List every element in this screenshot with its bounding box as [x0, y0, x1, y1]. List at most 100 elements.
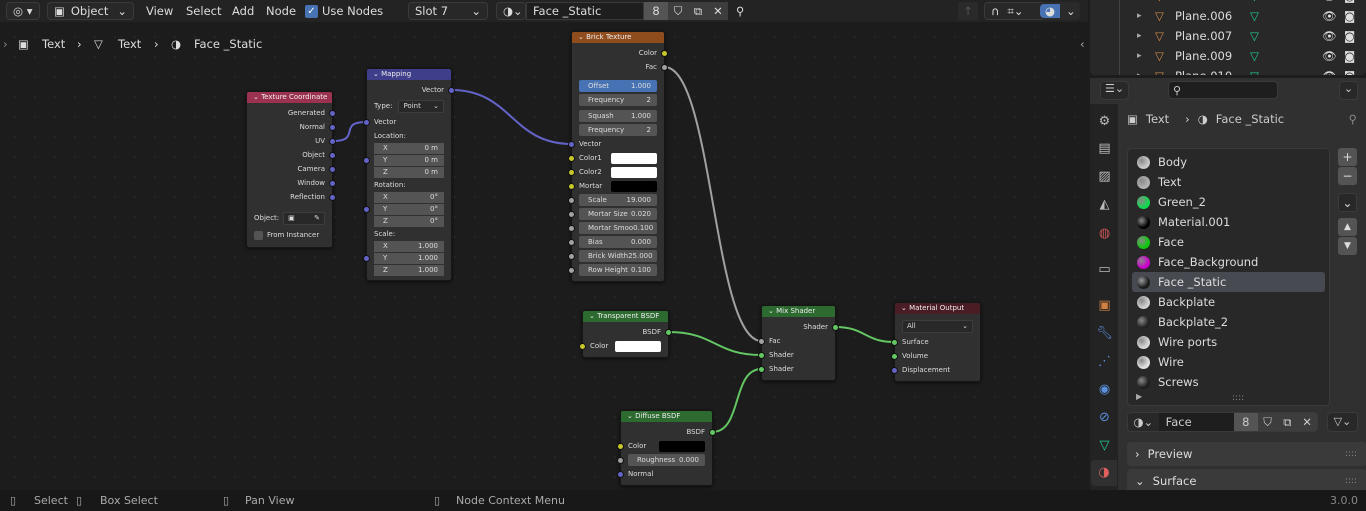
node-texcoord[interactable]: ⌄ Texture Coordinate Generated Normal UV Obj… — [246, 91, 336, 248]
tab-output[interactable]: ▨ — [1096, 168, 1113, 185]
tab-material[interactable]: ◑ — [1091, 460, 1117, 486]
disclosure-triangle-icon[interactable]: ▸ — [1137, 11, 1142, 21]
drag-handle-icon[interactable]: :::: — [1345, 449, 1357, 459]
material-slot-item[interactable]: Wire — [1132, 352, 1325, 372]
node-link[interactable] — [664, 66, 762, 342]
vector-socket[interactable] — [329, 179, 336, 187]
float-socket[interactable] — [568, 252, 575, 260]
vector-socket[interactable] — [363, 205, 370, 213]
remove-material-slot-button[interactable]: − — [1338, 167, 1357, 185]
outliner-row[interactable]: ▸ ▽ Plane.009 ▽ 👁︎ ◙ — [1090, 46, 1366, 66]
object-name[interactable]: Plane.009 — [1175, 49, 1232, 63]
vector-socket[interactable] — [617, 470, 624, 478]
material-slot-item[interactable]: Backplate_2 — [1132, 312, 1325, 332]
shader-socket[interactable] — [665, 328, 672, 336]
value-field[interactable]: Brick Width 25.000 — [579, 250, 657, 262]
resize-handle-icon[interactable]: :::: — [1232, 393, 1244, 403]
tab-world[interactable]: ◍ — [1096, 225, 1113, 242]
value-field[interactable]: Y 1.000 — [374, 252, 444, 264]
node-transparent[interactable]: ⌄ Transparent BSDF BSDF Color — [579, 310, 672, 358]
camera-icon[interactable]: ◙ — [1344, 29, 1355, 43]
disclosure-triangle-icon[interactable]: ▸ — [1137, 51, 1142, 61]
value-field[interactable]: X 0° — [374, 191, 444, 203]
vector-socket[interactable] — [329, 109, 336, 117]
menu-node[interactable]: Node — [266, 2, 296, 20]
camera-icon[interactable]: ◙ — [1344, 69, 1355, 75]
material-name-field[interactable]: Face _Static — [526, 2, 644, 20]
color-swatch[interactable] — [611, 152, 657, 164]
color-socket[interactable] — [568, 182, 575, 190]
vector-socket[interactable] — [329, 193, 336, 201]
chevron-down-icon[interactable]: ⌄ — [589, 312, 597, 320]
chevron-down-icon[interactable]: ⌄ — [768, 307, 776, 315]
node-header[interactable]: ⌄ Material Output — [895, 303, 980, 314]
eye-icon[interactable]: 👁︎ — [1322, 9, 1337, 23]
float-socket[interactable] — [758, 337, 765, 345]
pin-icon[interactable]: ⚲ — [1349, 112, 1357, 126]
value-field[interactable]: Z 1.000 — [374, 264, 444, 276]
value-field[interactable]: Mortar Size 0.020 — [579, 208, 657, 220]
unlink-material-button[interactable]: ✕ — [1297, 413, 1317, 431]
tab-tool[interactable]: ⚙ — [1096, 113, 1113, 130]
dropdown[interactable]: Point ⌄ — [398, 99, 444, 113]
menu-select[interactable]: Select — [186, 2, 221, 20]
camera-icon[interactable]: ◙ — [1344, 9, 1355, 23]
value-field[interactable]: Z 0° — [374, 215, 444, 227]
properties-search-input[interactable]: ⚲ — [1168, 81, 1278, 99]
eyedropper-icon[interactable]: ✎ — [314, 214, 320, 222]
node-link[interactable] — [712, 368, 762, 433]
expand-list-icon[interactable]: ▶ — [1136, 392, 1142, 401]
material-slot-item[interactable]: Body — [1132, 152, 1325, 172]
disclosure-triangle-icon[interactable]: ▸ — [1137, 71, 1142, 75]
duplicate-material-button[interactable]: ⧉ — [1277, 413, 1298, 431]
material-slot-item[interactable]: Backplate — [1132, 292, 1325, 312]
value-field[interactable]: Frequency 2 — [579, 94, 657, 106]
add-material-slot-button[interactable]: + — [1338, 148, 1357, 166]
fake-user-button[interactable]: ⛉ — [1257, 413, 1278, 431]
node-output[interactable]: ⌄ Material Output All ⌄ Surface Volume Displa… — [891, 302, 981, 382]
material-slot-item[interactable]: Text — [1132, 172, 1325, 192]
tab-collection[interactable]: ▭ — [1096, 261, 1113, 278]
node-header[interactable]: ⌄ Diffuse BSDF — [621, 411, 712, 422]
node-link[interactable] — [451, 89, 572, 145]
link-dropdown[interactable]: ▽⌄ — [1327, 412, 1358, 432]
user-count-button[interactable]: 8 — [1233, 413, 1258, 431]
color-socket[interactable] — [568, 154, 575, 162]
options-dropdown[interactable]: ⌄ — [1339, 81, 1358, 100]
outliner-row[interactable]: ▸ ▽ Plane.007 ▽ 👁︎ ◙ — [1090, 26, 1366, 46]
object-picker[interactable]: ▣ ✎ — [283, 211, 325, 225]
float-socket[interactable] — [568, 210, 575, 218]
camera-icon[interactable]: ◙ — [1344, 0, 1355, 3]
parent-node-tree-button[interactable]: ↑ — [958, 2, 978, 20]
node-mapping[interactable]: ⌄ Mapping Vector Type: Point ⌄ Vector Location… — [363, 68, 455, 281]
tab-object[interactable]: ▣ — [1096, 297, 1113, 314]
object-name[interactable]: Plane.006 — [1175, 9, 1232, 23]
shader-socket[interactable] — [891, 338, 898, 346]
color-socket[interactable] — [568, 168, 575, 176]
vector-socket[interactable] — [329, 165, 336, 173]
material-slot-item[interactable]: Face_Background — [1132, 252, 1325, 272]
material-slot-item[interactable]: Face _Static — [1132, 272, 1325, 292]
move-slot-up-button[interactable]: ▲ — [1338, 218, 1357, 236]
menu-add[interactable]: Add — [232, 2, 254, 20]
value-field[interactable]: Offset 1.000 — [579, 80, 657, 92]
duplicate-material-button[interactable]: ⧉ — [688, 2, 708, 20]
mesh-data-icon[interactable]: ▽ — [1250, 49, 1259, 63]
menu-view[interactable]: View — [146, 2, 173, 20]
unlink-material-button[interactable]: ✕ — [708, 2, 728, 20]
value-field[interactable]: Squash 1.000 — [579, 110, 657, 122]
eye-icon[interactable]: 👁︎ — [1322, 29, 1337, 43]
tab-view-layer[interactable]: ◭ — [1096, 196, 1113, 213]
value-field[interactable]: Bias 0.000 — [579, 236, 657, 248]
node-header[interactable]: ⌄ Mapping — [367, 69, 451, 80]
float-socket[interactable] — [568, 266, 575, 274]
slot-dropdown[interactable]: Slot 7 ⌄ — [408, 2, 488, 20]
object-name[interactable]: Plane.010 — [1175, 69, 1232, 75]
vector-socket[interactable] — [568, 140, 575, 148]
dropdown[interactable]: All ⌄ — [902, 319, 973, 333]
shader-socket[interactable] — [758, 351, 765, 359]
node-link[interactable] — [835, 326, 895, 343]
material-slot-item[interactable]: Material.001 — [1132, 212, 1325, 232]
value-field[interactable]: Y 0° — [374, 203, 444, 215]
panel-preview[interactable]: › Preview:::: — [1127, 442, 1366, 466]
